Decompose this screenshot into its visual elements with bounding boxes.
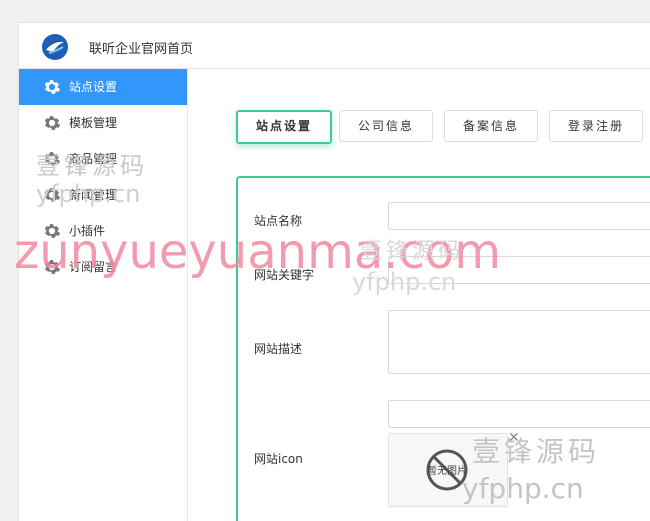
- site-icon-path-input[interactable]: [388, 400, 650, 428]
- site-keywords-label: 网站关键字: [254, 268, 315, 282]
- site-title: 联听企业官网首页: [89, 42, 194, 57]
- sidebar: 站点设置 模板管理 商品管理 新闻管理 小插件 订阅留言: [19, 69, 188, 521]
- gear-icon: [44, 188, 61, 202]
- settings-form-panel: 站点名称 网站关键字 网站描述 网站icon 暂无图片 ✕: [236, 176, 650, 521]
- site-description-textarea[interactable]: [388, 310, 650, 374]
- sidebar-item-label: 小插件: [69, 224, 106, 238]
- tab-filing-info[interactable]: 备案信息: [444, 110, 538, 142]
- sidebar-item-news[interactable]: 新闻管理: [19, 177, 187, 213]
- tab-site-settings[interactable]: 站点设置: [236, 110, 332, 144]
- tab-login-register[interactable]: 登录注册: [549, 110, 643, 142]
- gear-icon: [44, 152, 61, 166]
- remove-image-icon[interactable]: ✕: [508, 430, 520, 446]
- main-content: 站点设置 公司信息 备案信息 登录注册 站点名称 网站关键字 网站描述 网站ic…: [188, 69, 650, 521]
- gear-icon: [44, 224, 61, 238]
- site-description-label: 网站描述: [254, 342, 303, 356]
- gear-icon: [44, 80, 61, 94]
- sidebar-item-products[interactable]: 商品管理: [19, 141, 187, 177]
- no-image-text: 暂无图片: [427, 466, 467, 477]
- sidebar-item-label: 新闻管理: [69, 188, 118, 202]
- site-name-input[interactable]: [388, 202, 650, 230]
- sidebar-item-site-settings[interactable]: 站点设置: [19, 69, 187, 105]
- site-name-label: 站点名称: [254, 214, 303, 228]
- sidebar-item-plugins[interactable]: 小插件: [19, 213, 187, 249]
- sidebar-item-templates[interactable]: 模板管理: [19, 105, 187, 141]
- sidebar-item-label: 商品管理: [69, 152, 118, 166]
- bird-logo-icon: [42, 34, 68, 60]
- gear-icon: [44, 260, 61, 274]
- sidebar-item-messages[interactable]: 订阅留言: [19, 249, 187, 285]
- icon-uploader[interactable]: 暂无图片: [388, 433, 508, 507]
- sidebar-item-label: 站点设置: [69, 80, 118, 94]
- gear-icon: [44, 116, 61, 130]
- site-keywords-input[interactable]: [388, 256, 650, 284]
- sidebar-item-label: 订阅留言: [69, 260, 118, 274]
- tab-company-info[interactable]: 公司信息: [339, 110, 433, 142]
- header: 联听企业官网首页: [19, 23, 650, 69]
- sidebar-item-label: 模板管理: [69, 116, 118, 130]
- site-icon-label: 网站icon: [254, 452, 303, 466]
- app-window: 联听企业官网首页 站点设置 模板管理 商品管理 新闻管理 小插件 订阅留言 站点…: [18, 22, 650, 521]
